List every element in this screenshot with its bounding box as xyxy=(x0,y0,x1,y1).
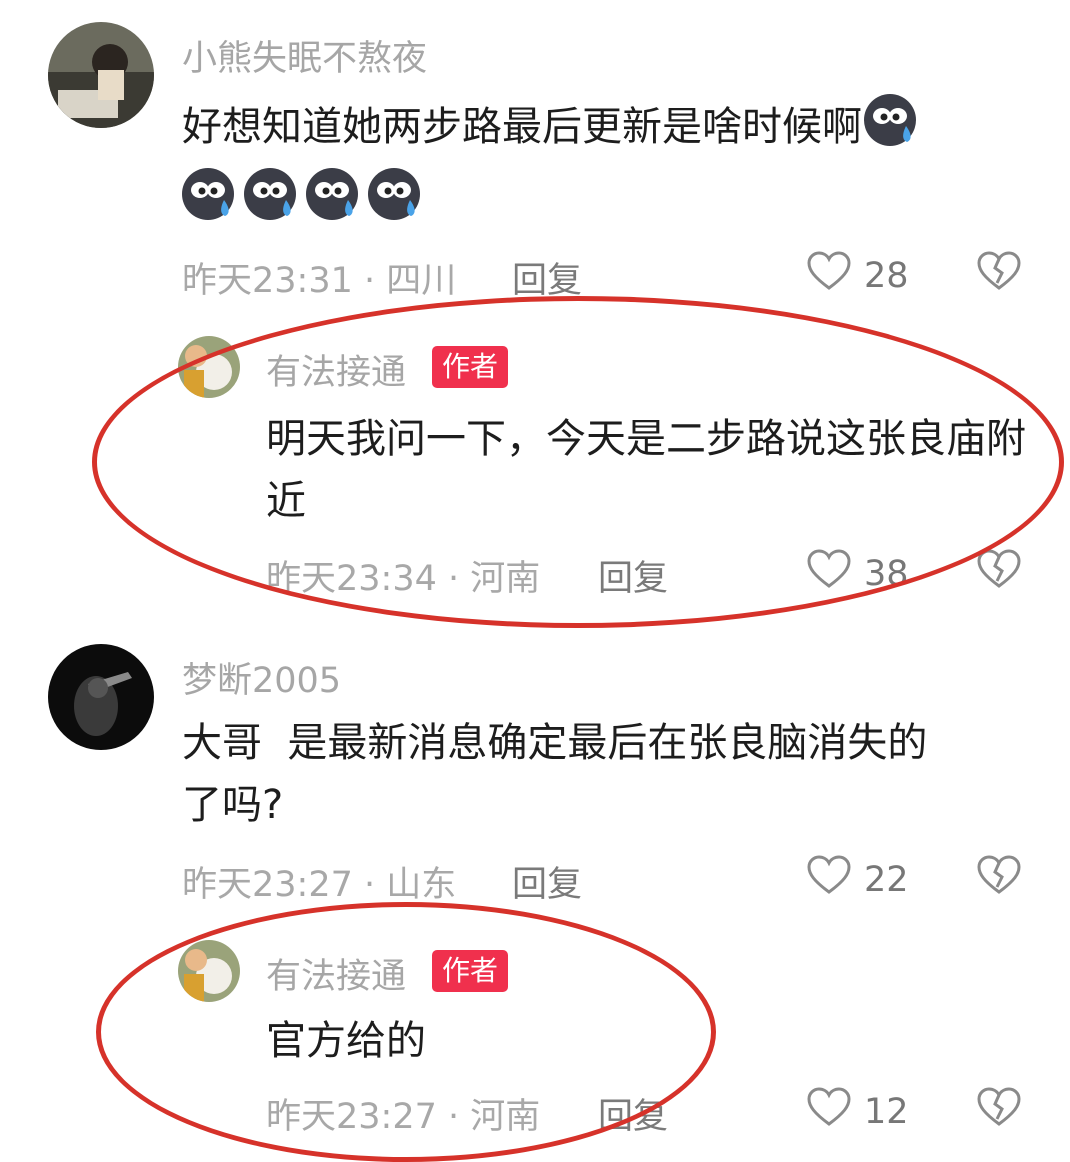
comment-text-line: 大哥 是最新消息确定最后在张良脑消失的 xyxy=(182,720,928,766)
dislike-button[interactable] xyxy=(976,854,1022,900)
author-username[interactable]: 有法接通 xyxy=(266,344,406,395)
username[interactable]: 梦断2005 xyxy=(182,652,341,703)
like-count: 28 xyxy=(864,255,909,296)
time-location: 昨天23:34 · 河南 xyxy=(266,559,541,599)
reply-text: 官方给的 xyxy=(266,1018,426,1064)
heart-icon xyxy=(806,250,852,301)
like-count: 22 xyxy=(864,859,909,900)
heart-icon xyxy=(806,854,852,905)
time-location: 昨天23:27 · 山东 xyxy=(182,865,457,905)
avatar[interactable] xyxy=(178,336,240,398)
reply-button[interactable]: 回复 xyxy=(512,856,582,907)
broken-heart-icon xyxy=(976,855,1022,900)
like-count: 38 xyxy=(864,553,909,594)
reply-button[interactable]: 回复 xyxy=(512,252,582,303)
broken-heart-icon xyxy=(976,1087,1022,1132)
dislike-button[interactable] xyxy=(976,548,1022,594)
crying-emoji-icon xyxy=(366,166,422,226)
time-location: 昨天23:31 · 四川 xyxy=(182,261,457,301)
author-badge: 作者 xyxy=(432,950,509,992)
heart-icon xyxy=(806,1086,852,1137)
avatar[interactable] xyxy=(48,22,154,128)
avatar[interactable] xyxy=(178,940,240,1002)
username[interactable]: 小熊失眠不熬夜 xyxy=(182,30,427,81)
like-button[interactable]: 28 xyxy=(806,250,909,301)
like-button[interactable]: 38 xyxy=(806,548,909,599)
time-location: 昨天23:27 · 河南 xyxy=(266,1097,541,1137)
comment-text-body: 好想知道她两步路最后更新是啥时候啊 xyxy=(182,104,862,150)
crying-emoji-icon xyxy=(304,166,360,226)
broken-heart-icon xyxy=(976,549,1022,594)
avatar[interactable] xyxy=(48,644,154,750)
comment-text: 大哥 是最新消息确定最后在张良脑消失的 了吗? xyxy=(182,712,1042,836)
like-count: 12 xyxy=(864,1091,909,1132)
reply-text: 明天我问一下，今天是二步路说这张良庙附近 xyxy=(266,416,1026,524)
comment-text-line: 了吗? xyxy=(182,782,284,828)
dislike-button[interactable] xyxy=(976,250,1022,296)
emoji-row xyxy=(180,166,422,226)
author-username[interactable]: 有法接通 xyxy=(266,948,406,999)
crying-emoji-icon xyxy=(862,92,918,166)
heart-icon xyxy=(806,548,852,599)
comment-text: 好想知道她两步路最后更新是啥时候啊 xyxy=(182,92,1042,166)
crying-emoji-icon xyxy=(180,166,236,226)
like-button[interactable]: 22 xyxy=(806,854,909,905)
like-button[interactable]: 12 xyxy=(806,1086,909,1137)
broken-heart-icon xyxy=(976,251,1022,296)
reply-button[interactable]: 回复 xyxy=(598,550,668,601)
reply-button[interactable]: 回复 xyxy=(598,1088,668,1139)
author-badge: 作者 xyxy=(432,346,509,388)
dislike-button[interactable] xyxy=(976,1086,1022,1132)
crying-emoji-icon xyxy=(242,166,298,226)
